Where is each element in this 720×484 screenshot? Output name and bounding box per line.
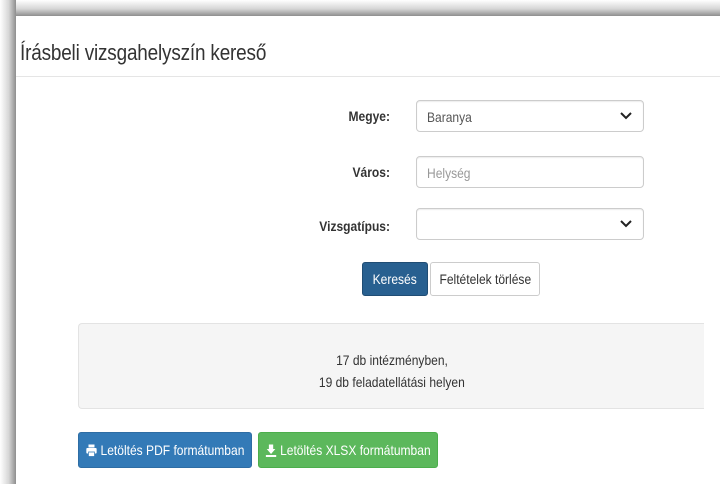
- results-summary: 17 db intézményben, 19 db feladatellátás…: [78, 323, 704, 409]
- download-icon: [265, 444, 277, 457]
- county-select-value: Baranya: [427, 109, 472, 125]
- exam-type-label: Vizsgatípus:: [319, 218, 390, 234]
- city-input[interactable]: Helység: [416, 156, 644, 188]
- download-xlsx-button[interactable]: Letöltés XLSX formátumban: [258, 432, 438, 468]
- clear-filters-button[interactable]: Feltételek törlése: [430, 262, 540, 296]
- print-icon: [86, 444, 97, 457]
- download-pdf-button[interactable]: Letöltés PDF formátumban: [78, 432, 252, 468]
- search-button[interactable]: Keresés: [362, 262, 428, 296]
- results-institutions: 17 db intézményben,: [79, 352, 705, 368]
- download-xlsx-label: Letöltés XLSX formátumban: [280, 442, 431, 458]
- county-select[interactable]: Baranya: [416, 100, 644, 132]
- window-shadow-left: [0, 0, 16, 484]
- title-divider: [16, 76, 720, 77]
- chevron-down-icon: [620, 112, 632, 120]
- results-institutions-text: 17 db intézményben,: [336, 352, 448, 368]
- search-panel: Írásbeli vizsgahelyszín kereső Megye: Ba…: [16, 16, 720, 484]
- city-label: Város:: [352, 164, 390, 180]
- page-title: Írásbeli vizsgahelyszín kereső: [20, 40, 267, 65]
- results-locations-text: 19 db feladatellátási helyen: [319, 374, 465, 390]
- city-input-placeholder: Helység: [427, 165, 471, 181]
- window-shadow-top: [0, 0, 720, 16]
- chevron-down-icon: [620, 220, 632, 228]
- county-label: Megye:: [348, 108, 390, 124]
- clear-filters-button-label: Feltételek törlése: [439, 271, 531, 287]
- download-pdf-label: Letöltés PDF formátumban: [100, 442, 245, 458]
- search-button-label: Keresés: [372, 271, 418, 287]
- exam-type-select[interactable]: [416, 208, 644, 240]
- results-locations: 19 db feladatellátási helyen: [79, 374, 705, 390]
